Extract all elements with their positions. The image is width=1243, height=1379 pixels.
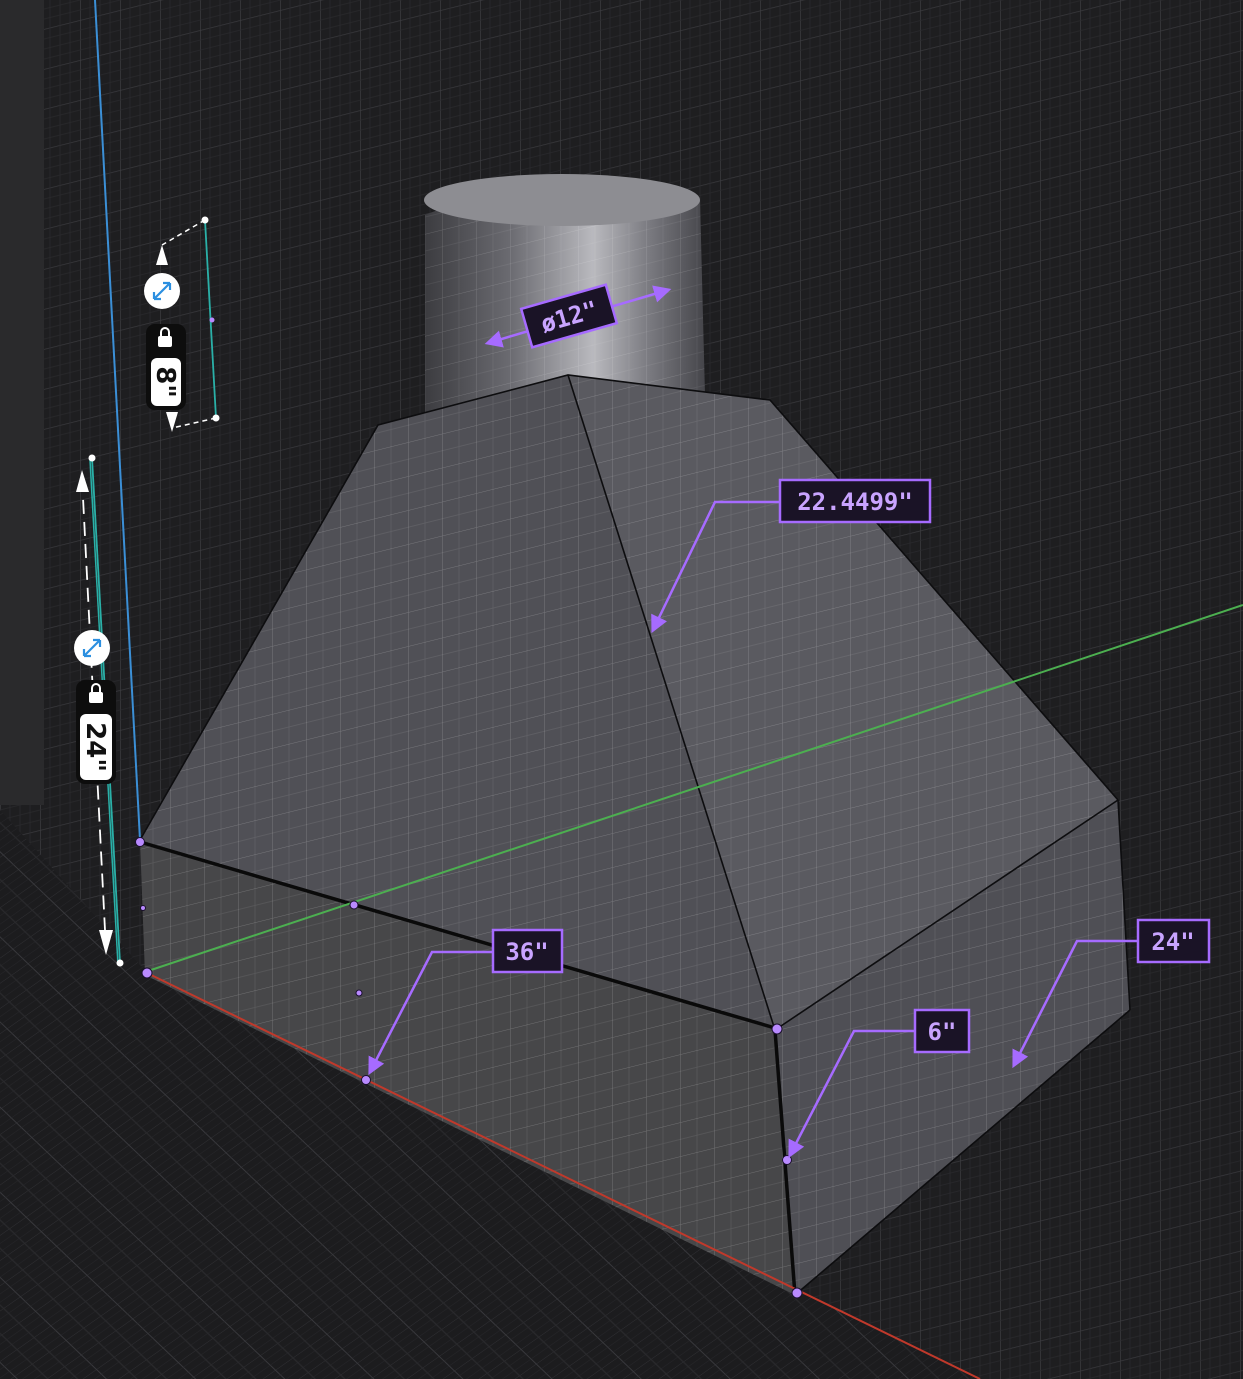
slope-length-label: 22.4499" xyxy=(797,488,913,516)
front-width-label: 36" xyxy=(505,938,548,966)
3d-viewport[interactable]: ø12" 22.4499" 36" 6" 24" 8" 24" xyxy=(0,0,1243,1379)
swap-arrows-icon[interactable] xyxy=(144,273,180,309)
left-panel-edge xyxy=(0,0,44,805)
upper-height-value: 8" xyxy=(150,366,180,398)
swap-arrows-icon[interactable] xyxy=(74,630,110,666)
lower-height-value: 24" xyxy=(80,722,110,772)
band-height-label: 6" xyxy=(928,1018,957,1046)
depth-label: 24" xyxy=(1151,928,1194,956)
